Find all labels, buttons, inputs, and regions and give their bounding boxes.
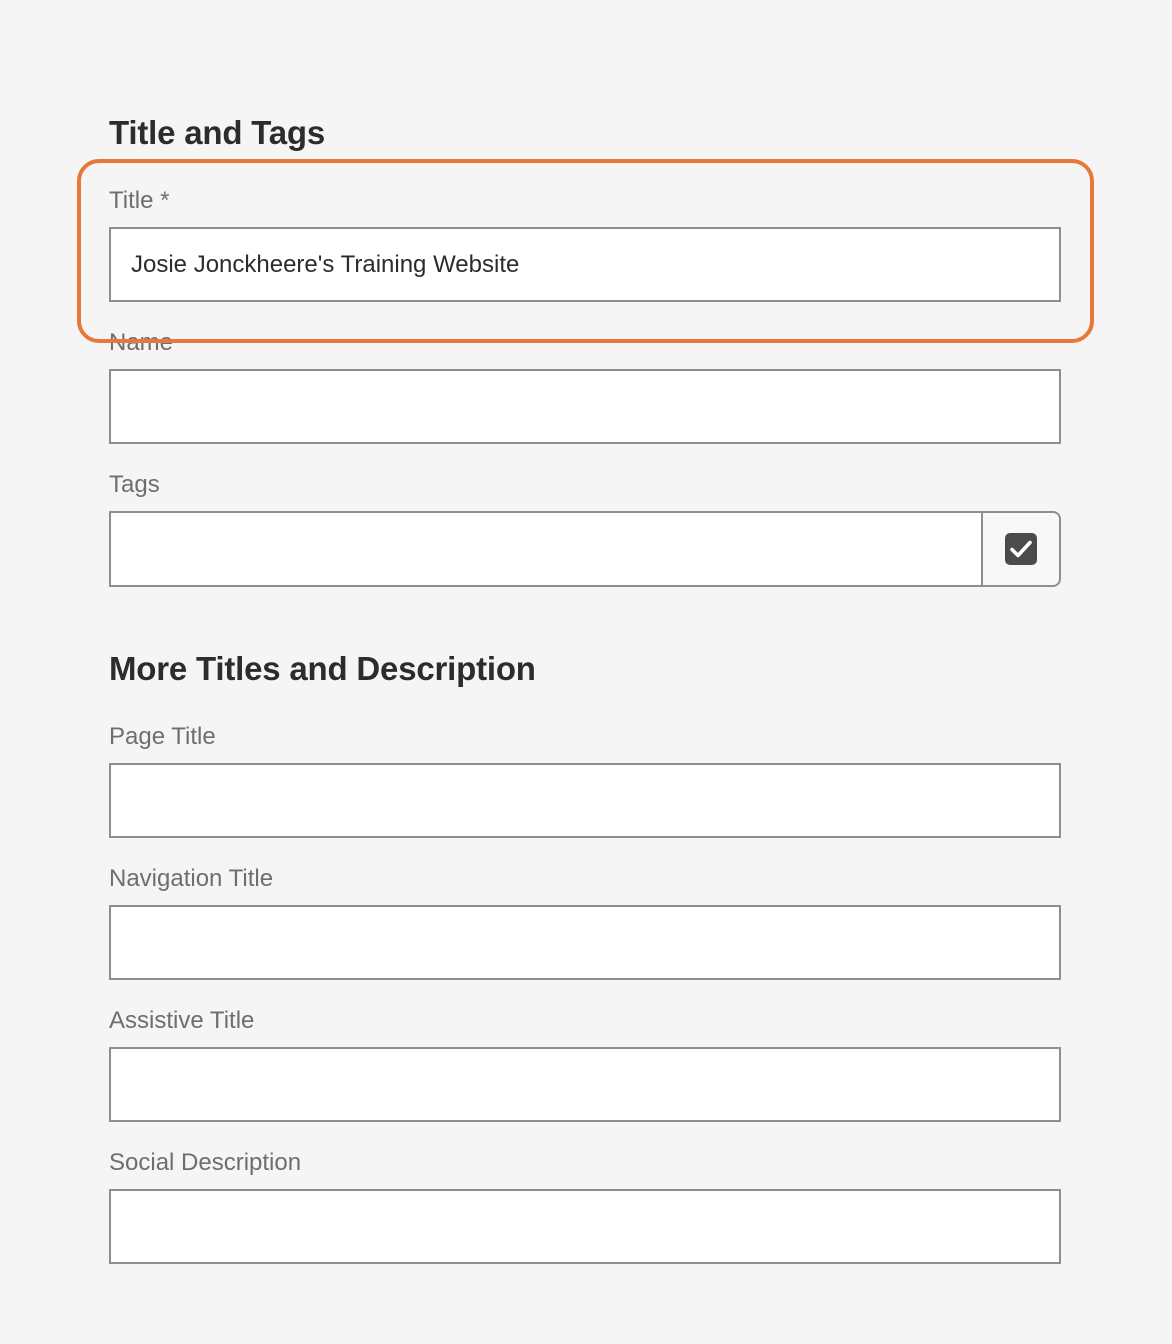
social-description-label: Social Description bbox=[109, 1149, 302, 1176]
section-heading-more-titles: More Titles and Description bbox=[109, 650, 536, 687]
section-heading-title-and-tags: Title and Tags bbox=[109, 114, 326, 151]
assistive-title-label: Assistive Title bbox=[109, 1007, 255, 1034]
name-input[interactable] bbox=[109, 369, 1061, 444]
assistive-title-input[interactable] bbox=[109, 1047, 1061, 1122]
tags-input[interactable] bbox=[109, 511, 982, 587]
checkbox-check-icon bbox=[1004, 532, 1038, 566]
tags-field bbox=[109, 511, 1061, 587]
page-properties-form: Title and Tags Title * Name Tags More Ti… bbox=[0, 0, 1172, 1344]
navigation-title-input[interactable] bbox=[109, 905, 1061, 980]
social-description-input[interactable] bbox=[109, 1189, 1061, 1264]
name-label: Name bbox=[109, 329, 174, 356]
title-label: Title * bbox=[109, 187, 170, 214]
page-title-input[interactable] bbox=[109, 763, 1061, 838]
page-title-label: Page Title bbox=[109, 723, 216, 750]
tags-picker-button[interactable] bbox=[982, 511, 1061, 587]
tags-label: Tags bbox=[109, 471, 160, 498]
navigation-title-label: Navigation Title bbox=[109, 865, 274, 892]
title-input[interactable] bbox=[109, 227, 1061, 302]
